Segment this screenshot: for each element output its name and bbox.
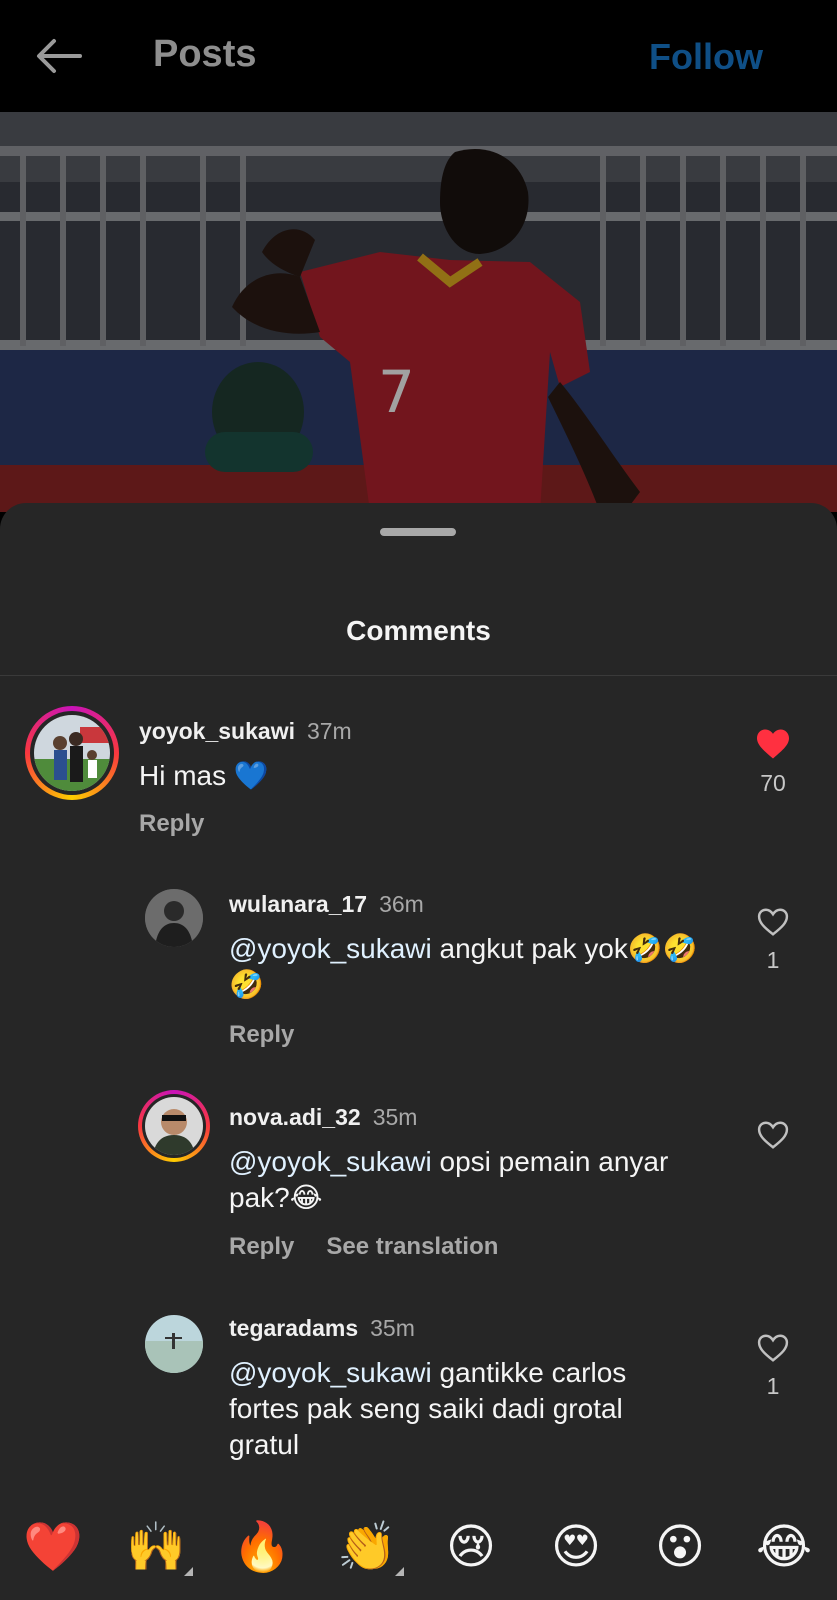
comment-text: @yoyok_sukawi opsi pemain anyar pak?😂	[229, 1144, 709, 1216]
comment-meta: tegaradams 35m	[229, 1315, 415, 1342]
timestamp: 35m	[372, 1104, 418, 1130]
avatar-image	[145, 1097, 203, 1155]
heart-filled-icon[interactable]	[755, 728, 791, 760]
comment-text: @yoyok_sukawi gantikke carlos fortes pak…	[229, 1355, 689, 1463]
follow-button[interactable]: Follow	[649, 36, 763, 78]
timestamp: 35m	[370, 1315, 415, 1341]
comment-meta: nova.adi_32 35m	[229, 1104, 417, 1131]
avatar[interactable]	[145, 889, 203, 947]
emoji-clapping-hands[interactable]: 👏	[332, 1512, 404, 1582]
sheet-title: Comments	[346, 615, 491, 646]
emoji-glyph: 🙌	[126, 1519, 186, 1575]
emoji-heart[interactable]: ❤️	[18, 1512, 88, 1582]
heart-outline-icon[interactable]	[756, 1333, 790, 1363]
like-count: 1	[766, 1373, 780, 1399]
like-control: 70	[753, 728, 793, 797]
reply-button[interactable]: Reply	[229, 1233, 294, 1260]
username[interactable]: nova.adi_32	[229, 1104, 361, 1130]
skin-tone-indicator	[395, 1567, 404, 1576]
comment-meta: wulanara_17 36m	[229, 891, 424, 918]
comments-sheet: Comments yoyok_sukawi 37m Hi mas 💙 Reply	[0, 503, 837, 1600]
heart-outline-icon[interactable]	[756, 907, 790, 937]
timestamp: 36m	[379, 891, 424, 917]
emoji-surprised-face[interactable]: 😮	[645, 1512, 715, 1582]
username[interactable]: tegaradams	[229, 1315, 358, 1341]
like-control: 1	[753, 907, 793, 974]
emoji-heart-eyes[interactable]: 😍	[541, 1512, 611, 1582]
see-translation-button[interactable]: See translation	[326, 1233, 498, 1260]
drag-handle[interactable]	[380, 528, 456, 536]
mention-link[interactable]: @yoyok_sukawi	[229, 1146, 432, 1177]
timestamp: 37m	[306, 718, 352, 744]
comment-text: @yoyok_sukawi angkut pak yok🤣🤣🤣	[229, 931, 699, 1003]
avatar[interactable]	[34, 715, 110, 791]
skin-tone-indicator	[184, 1567, 193, 1576]
arrow-left-icon[interactable]	[34, 36, 84, 76]
mention-link[interactable]: @yoyok_sukawi	[229, 933, 432, 964]
like-control	[753, 1120, 793, 1150]
emoji-quick-bar: ❤️ 🙌 🔥 👏 😢 😍 😮 😂	[0, 1498, 837, 1600]
top-bar: Posts Follow	[0, 0, 837, 112]
username[interactable]: wulanara_17	[229, 891, 367, 917]
avatar-image	[145, 889, 203, 947]
comment-actions: Reply See translation	[229, 1233, 498, 1261]
like-count: 70	[760, 770, 786, 796]
username[interactable]: yoyok_sukawi	[139, 718, 295, 744]
comment-text: Hi mas 💙	[139, 760, 269, 791]
avatar[interactable]	[145, 1097, 203, 1155]
post-image-illustration: 7	[0, 112, 837, 512]
emoji-fire[interactable]: 🔥	[227, 1512, 297, 1582]
emoji-glyph: 👏	[337, 1519, 397, 1575]
emoji-raising-hands[interactable]: 🙌	[121, 1512, 193, 1582]
emoji-laughing-tears[interactable]: 😂	[749, 1512, 819, 1582]
comment-actions: Reply	[229, 1021, 294, 1049]
page-title: Posts	[153, 33, 257, 75]
like-count: 1	[766, 947, 780, 973]
mention-link[interactable]: @yoyok_sukawi	[229, 1357, 432, 1388]
heart-outline-icon[interactable]	[756, 1120, 790, 1150]
post-image[interactable]: 7	[0, 112, 837, 512]
reply-button[interactable]: Reply	[229, 1021, 294, 1048]
avatar-image	[34, 715, 110, 791]
like-control: 1	[753, 1333, 793, 1400]
avatar[interactable]	[145, 1315, 203, 1373]
divider	[0, 675, 837, 676]
comment-meta: yoyok_sukawi 37m	[139, 718, 352, 745]
avatar-image	[145, 1315, 203, 1373]
reply-button[interactable]: Reply	[139, 810, 204, 837]
emoji-crying-face[interactable]: 😢	[436, 1512, 506, 1582]
comment-actions: Reply	[139, 810, 204, 838]
